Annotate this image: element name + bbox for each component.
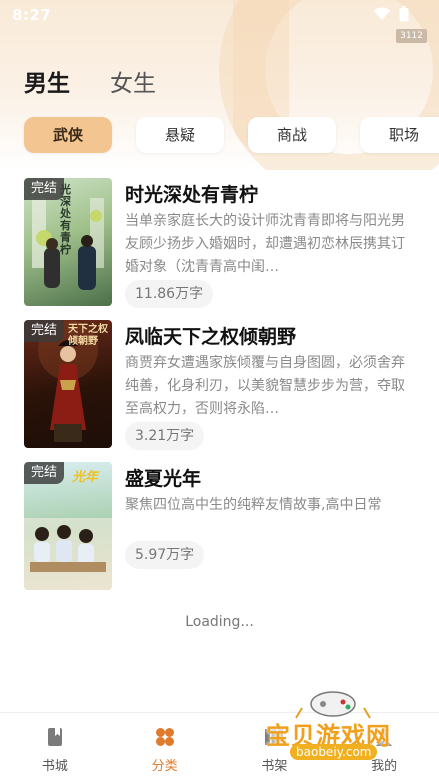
shelf-icon	[265, 729, 284, 745]
category-chip-business[interactable]: 商战	[248, 117, 336, 153]
word-count: 3.21万字	[125, 422, 205, 450]
status-tag: 3112	[396, 29, 427, 43]
tab-female[interactable]: 女生	[110, 64, 156, 104]
status-badge: 完结	[24, 320, 64, 342]
category-icon	[155, 728, 174, 746]
gender-tabs: 男生 女生	[20, 64, 156, 104]
word-count: 11.86万字	[125, 280, 214, 308]
book-item[interactable]: 光年 完结 盛夏光年 聚焦四位高中生的纯粹友情故事,高中日常 5.97万字	[24, 462, 424, 604]
book-description: 当单亲家庭长大的设计师沈青青即将与阳光男友顾少扬步入婚姻时，却遭遇初恋林辰携其订…	[125, 213, 405, 275]
word-count: 5.97万字	[125, 541, 205, 569]
status-time: 8:27	[12, 6, 52, 24]
nav-item-bookstore[interactable]: 书城	[0, 713, 110, 780]
category-chip-suspense[interactable]: 悬疑	[136, 117, 224, 153]
bottom-nav: 书城 分类 书架 我的	[0, 712, 439, 780]
status-bar: 8:27 3112	[0, 0, 439, 43]
nav-item-category[interactable]: 分类	[110, 713, 220, 780]
cover-title-text: 天下之权倾朝野	[68, 324, 108, 347]
book-cover[interactable]: 天下之权倾朝野 完结	[24, 320, 112, 448]
book-icon	[47, 728, 62, 746]
nav-label: 我的	[371, 759, 398, 774]
book-title[interactable]: 盛夏光年	[125, 464, 201, 491]
book-cover[interactable]: 光深处有青柠 完结	[24, 178, 112, 306]
book-item[interactable]: 天下之权倾朝野 完结 凤临天下之权倾朝野 商贾弃女遭遇家族倾覆与自身图圆，必须舍…	[24, 320, 424, 462]
cover-title-text: 光年	[72, 470, 99, 485]
status-icons	[373, 6, 409, 22]
nav-label: 分类	[151, 759, 178, 774]
book-list: 光深处有青柠 完结 时光深处有青柠 当单亲家庭长大的设计师沈青青即将与阳光男友顾…	[24, 178, 424, 604]
battery-icon	[399, 6, 409, 22]
book-title[interactable]: 凤临天下之权倾朝野	[125, 322, 296, 349]
category-chip-wuxia[interactable]: 武侠	[24, 117, 112, 153]
nav-label: 书架	[261, 759, 288, 774]
book-description: 商贾弃女遭遇家族倾覆与自身图圆，必须舍弃纯善，化身利刃，以美貌智慧步步为营，夺取…	[125, 355, 405, 417]
profile-icon	[376, 728, 393, 746]
category-chips: 武侠 悬疑 商战 职场	[24, 117, 439, 153]
book-title[interactable]: 时光深处有青柠	[125, 180, 258, 207]
book-item[interactable]: 光深处有青柠 完结 时光深处有青柠 当单亲家庭长大的设计师沈青青即将与阳光男友顾…	[24, 178, 424, 320]
book-description: 聚焦四位高中生的纯粹友情故事,高中日常	[125, 497, 382, 513]
nav-item-shelf[interactable]: 书架	[220, 713, 330, 780]
book-cover[interactable]: 光年 完结	[24, 462, 112, 590]
category-chip-workplace[interactable]: 职场	[360, 117, 439, 153]
nav-label: 书城	[41, 759, 68, 774]
tab-male[interactable]: 男生	[20, 64, 72, 104]
status-badge: 完结	[24, 178, 64, 200]
nav-item-profile[interactable]: 我的	[329, 713, 439, 780]
status-badge: 完结	[24, 462, 64, 484]
wifi-icon	[373, 7, 391, 20]
loading-indicator: Loading...	[185, 614, 254, 630]
